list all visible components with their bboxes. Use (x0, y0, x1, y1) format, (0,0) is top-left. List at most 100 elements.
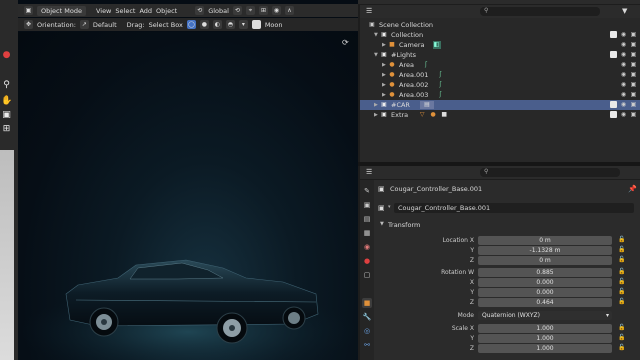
rotation-x-field[interactable]: 0.000 (478, 278, 612, 287)
location-z-field[interactable]: 0 m (478, 256, 612, 265)
render-camera-icon[interactable]: ▣ (630, 51, 637, 58)
transform-section-header[interactable]: Transform (388, 221, 420, 229)
hand-icon[interactable]: ✋ (1, 96, 12, 107)
render-camera-icon[interactable]: ▣ (630, 31, 637, 38)
menu-select[interactable]: Select (115, 7, 135, 15)
lock-icon[interactable]: 🔓 (618, 324, 625, 332)
visibility-eye-icon[interactable]: ◉ (620, 71, 627, 78)
chevron-down-icon[interactable]: ▼ (380, 221, 384, 227)
object-tab-icon[interactable]: ■ (362, 298, 372, 308)
light-data-icon[interactable]: ʃ (436, 71, 444, 79)
grid-icon[interactable]: ⊞ (1, 124, 12, 135)
physics-tab-icon[interactable]: ◎ (362, 326, 372, 336)
proportional-icon[interactable]: ◉ (271, 6, 281, 15)
transform-space-dropdown[interactable]: Global (208, 7, 229, 15)
mode-dropdown[interactable]: Object Mode (37, 5, 86, 16)
camera-view-icon[interactable]: ▣ (1, 110, 12, 121)
render-camera-icon[interactable]: ▣ (630, 81, 637, 88)
pin-icon[interactable]: 📌 (628, 185, 637, 193)
outliner-row-area-002[interactable]: ▶ ● Area.002 ʃ ◉ ▣ (360, 80, 640, 90)
scale-z-field[interactable]: 1.000 (478, 344, 612, 353)
drag-dropdown[interactable]: Select Box (149, 21, 183, 29)
orbit-gizmo-icon[interactable]: ⟳ (342, 38, 352, 48)
rendered-shading-icon[interactable]: ◓ (225, 20, 235, 29)
scale-y-field[interactable]: 1.000 (478, 334, 612, 343)
outliner-row-extra[interactable]: ▶ ▣ Extra ▽ ● ■ ◉ ▣ (360, 110, 640, 120)
lock-icon[interactable]: 🔓 (618, 344, 625, 352)
chevron-down-icon[interactable]: ▾ (388, 204, 391, 210)
mesh-icon[interactable]: ▽ (418, 111, 426, 119)
render-camera-icon[interactable]: ▣ (630, 101, 637, 108)
collection-tab-icon[interactable]: ▢ (362, 270, 372, 280)
modifier-tab-icon[interactable]: 🔧 (362, 312, 372, 322)
light-icon[interactable]: ● (429, 111, 437, 119)
visibility-eye-icon[interactable]: ◉ (620, 61, 627, 68)
lock-icon[interactable]: 🔓 (618, 256, 625, 264)
lock-icon[interactable]: 🔓 (618, 246, 625, 254)
properties-search-input[interactable] (480, 168, 620, 177)
wireframe-shading-icon[interactable]: ◯ (186, 20, 196, 29)
light-data-icon[interactable]: ʃ (422, 61, 430, 69)
outliner-row-area-001[interactable]: ▶ ● Area.001 ʃ ◉ ▣ (360, 70, 640, 80)
pivot-icon[interactable]: ⟲ (232, 6, 242, 15)
exclude-checkbox[interactable] (610, 31, 617, 38)
render-camera-icon[interactable]: ▣ (630, 111, 637, 118)
constraint-tab-icon[interactable]: ⚯ (362, 340, 372, 350)
render-camera-icon[interactable]: ▣ (630, 71, 637, 78)
light-data-icon[interactable]: ʃ (436, 91, 444, 99)
shading-options-icon[interactable]: ▾ (238, 20, 248, 29)
properties-editor-icon[interactable]: ☰ (366, 168, 372, 176)
render-camera-icon[interactable]: ▣ (630, 91, 637, 98)
light-data-icon[interactable]: ʃ (436, 81, 444, 89)
menu-add[interactable]: Add (139, 7, 152, 15)
3d-viewport[interactable]: ● ⚲ ✋ ▣ ⊞ ▣ Object Mode View Select Add … (0, 0, 358, 360)
outliner-scene-collection[interactable]: ▣ Scene Collection (360, 20, 640, 30)
outliner-row-camera[interactable]: ▶ ■ Camera ◧ ◉ ▣ (360, 40, 640, 50)
object-name-field[interactable]: Cougar_Controller_Base.001 (394, 203, 634, 213)
object-children-icon[interactable]: ▤ (419, 101, 434, 109)
visibility-eye-icon[interactable]: ◉ (620, 101, 627, 108)
render-tab-icon[interactable]: ▣ (362, 200, 372, 210)
rotation-mode-dropdown[interactable]: Quaternion (WXYZ) ▾ (478, 311, 612, 320)
transform-tool-icon[interactable]: ✥ (24, 20, 33, 29)
location-x-field[interactable]: 0 m (478, 236, 612, 245)
rotation-w-field[interactable]: 0.885 (478, 268, 612, 277)
exclude-checkbox[interactable] (610, 51, 617, 58)
record-icon[interactable]: ● (1, 50, 12, 61)
exclude-checkbox[interactable] (610, 101, 617, 108)
lock-icon[interactable]: 🔓 (618, 334, 625, 342)
visibility-eye-icon[interactable]: ◉ (620, 111, 627, 118)
camera-data-icon[interactable]: ◧ (432, 41, 441, 49)
output-tab-icon[interactable]: ▤ (362, 214, 372, 224)
outliner-row-area-003[interactable]: ▶ ● Area.003 ʃ ◉ ▣ (360, 90, 640, 100)
exclude-checkbox[interactable] (610, 111, 617, 118)
visibility-eye-icon[interactable]: ◉ (620, 51, 627, 58)
camera-object-icon[interactable]: ■ (440, 111, 448, 119)
lock-icon[interactable]: 🔓 (618, 288, 625, 296)
menu-object[interactable]: Object (156, 7, 177, 15)
view-layer-tab-icon[interactable]: ▦ (362, 228, 372, 238)
filter-icon[interactable]: ▼ (622, 7, 627, 15)
editor-type-icon[interactable]: ▣ (24, 6, 33, 15)
outliner-row-lights[interactable]: ▼ ▣ #Lights ◉ ▣ (360, 50, 640, 60)
world-tab-icon[interactable]: ● (362, 256, 372, 266)
zoom-icon[interactable]: ⚲ (1, 80, 12, 91)
location-y-field[interactable]: -1.1328 m (478, 246, 612, 255)
orientation-dropdown[interactable]: Default (93, 21, 117, 29)
tool-tab-icon[interactable]: ✎ (362, 186, 372, 196)
transform-orientation-icon[interactable]: ⟲ (195, 6, 205, 15)
outliner-row-car[interactable]: ▶ ▣ #CAR ▤ ◉ ▣ (360, 100, 640, 110)
world-name[interactable]: Moon (265, 21, 283, 29)
render-camera-icon[interactable]: ▣ (630, 61, 637, 68)
solid-shading-icon[interactable]: ● (199, 20, 209, 29)
lock-icon[interactable]: 🔓 (618, 236, 625, 244)
scale-x-field[interactable]: 1.000 (478, 324, 612, 333)
snap-icon[interactable]: ⌖ (245, 6, 255, 15)
visibility-eye-icon[interactable]: ◉ (620, 31, 627, 38)
visibility-eye-icon[interactable]: ◉ (620, 81, 627, 88)
visibility-eye-icon[interactable]: ◉ (620, 91, 627, 98)
render-camera-icon[interactable]: ▣ (630, 41, 637, 48)
lock-icon[interactable]: 🔓 (618, 298, 625, 306)
outliner-row-collection[interactable]: ▼ ▣ Collection ◉ ▣ (360, 30, 640, 40)
rotation-z-field[interactable]: 0.464 (478, 298, 612, 307)
